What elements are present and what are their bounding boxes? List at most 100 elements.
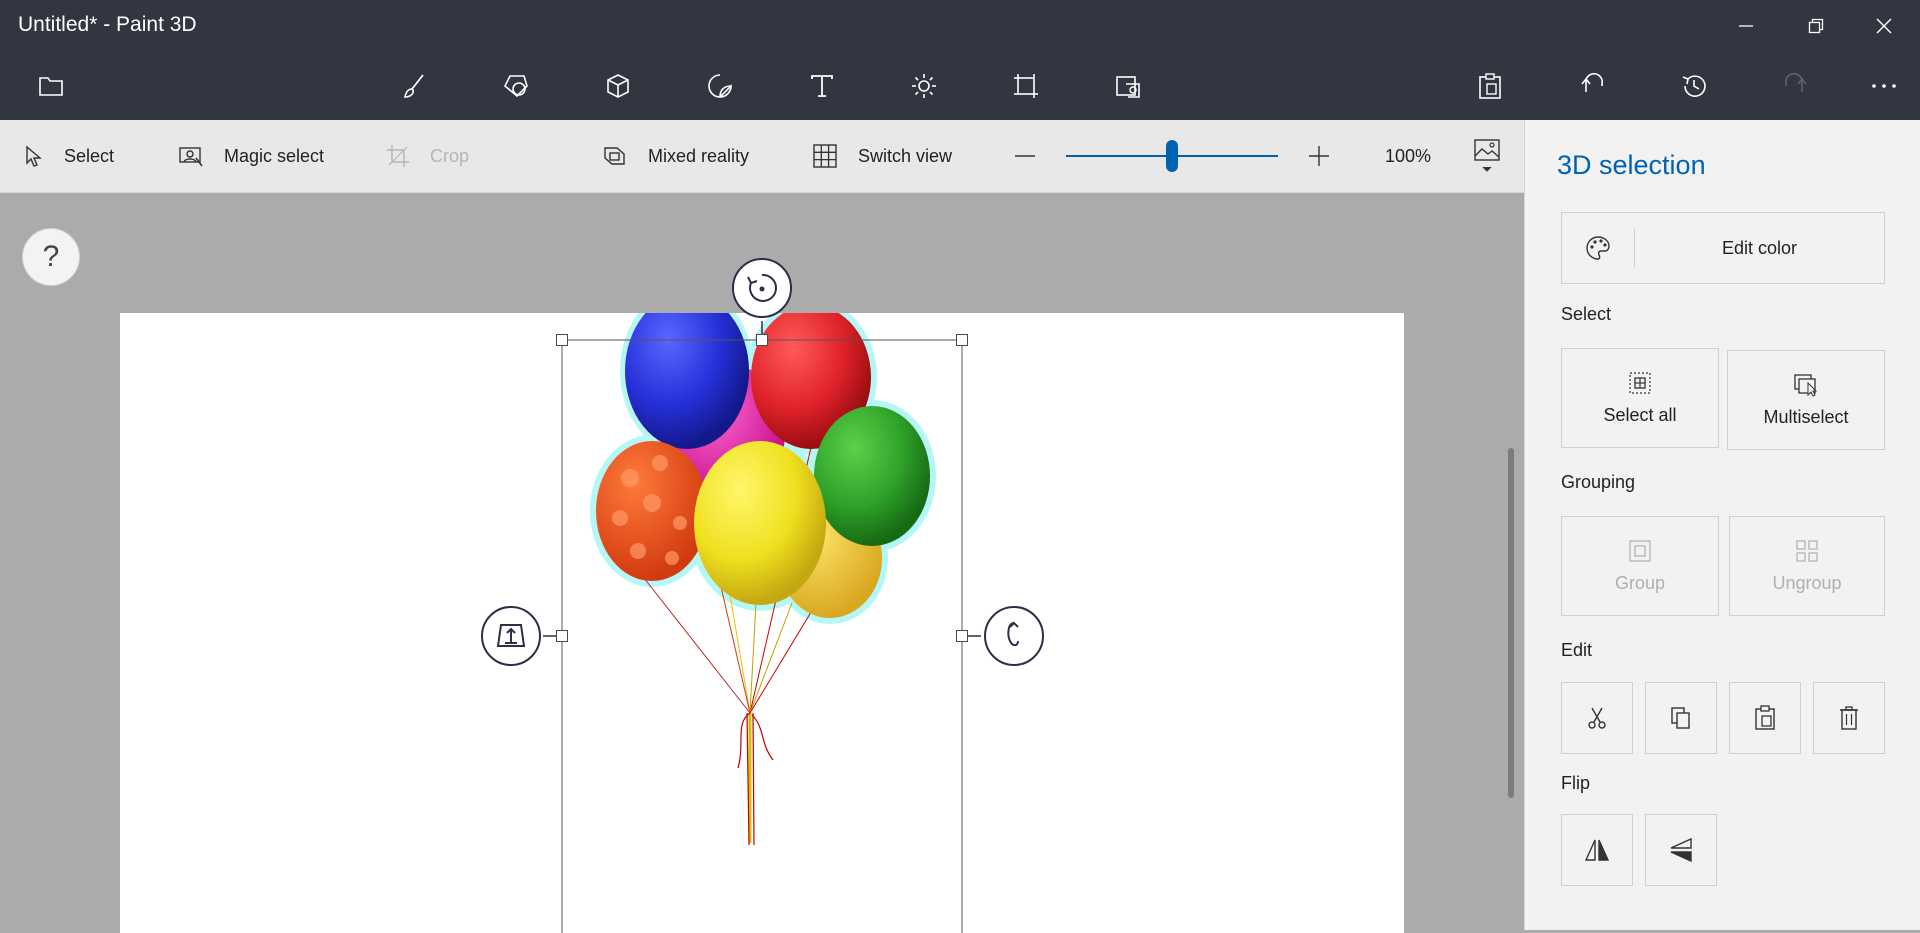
switch-view-button[interactable]: Switch view bbox=[812, 120, 952, 192]
depth-move-icon bbox=[496, 624, 526, 647]
redo-icon bbox=[1784, 72, 1807, 92]
close-icon bbox=[1876, 18, 1892, 34]
zoom-in-button[interactable] bbox=[1307, 120, 1331, 192]
crop-button[interactable]: Crop bbox=[386, 120, 469, 192]
ungroup-icon bbox=[1796, 539, 1818, 562]
rotate-z-handle[interactable] bbox=[732, 258, 792, 318]
grid-icon bbox=[813, 144, 837, 168]
group-button[interactable]: Group bbox=[1561, 516, 1719, 616]
text-tool[interactable] bbox=[800, 64, 844, 108]
history-button[interactable] bbox=[1672, 64, 1716, 108]
zoom-slider[interactable] bbox=[1066, 120, 1278, 192]
edit-color-button[interactable]: Edit color bbox=[1561, 212, 1885, 284]
3d-shapes-icon bbox=[607, 74, 629, 98]
select-button[interactable]: Select bbox=[24, 120, 114, 192]
rotate-icon bbox=[747, 273, 777, 302]
more-icon bbox=[1872, 84, 1896, 88]
resize-handle-left[interactable] bbox=[556, 630, 568, 642]
image-view-icon bbox=[1474, 139, 1500, 172]
edit-heading: Edit bbox=[1561, 640, 1593, 660]
restore-icon bbox=[1808, 18, 1824, 34]
magic-select-icon bbox=[179, 147, 203, 167]
depth-handle[interactable] bbox=[481, 606, 541, 666]
brushes-tool[interactable] bbox=[392, 64, 436, 108]
close-button[interactable] bbox=[1856, 0, 1912, 52]
effects-icon bbox=[912, 74, 936, 98]
trash-icon bbox=[1840, 706, 1858, 730]
main-toolbar bbox=[0, 52, 1920, 120]
resize-handle-top-left[interactable] bbox=[556, 334, 568, 346]
flip-vertical-icon bbox=[1670, 837, 1692, 863]
side-panel: 3D selection Edit color Select Select al… bbox=[1524, 120, 1920, 930]
help-button[interactable]: ? bbox=[22, 228, 80, 286]
menu-button[interactable] bbox=[29, 64, 73, 108]
canvas-tool[interactable] bbox=[1004, 64, 1048, 108]
zoom-out-button[interactable] bbox=[1013, 120, 1037, 192]
undo-button[interactable] bbox=[1570, 64, 1614, 108]
sub-toolbar: Select Magic select Crop Mixed reality S… bbox=[0, 120, 1524, 193]
3d-library-tool[interactable] bbox=[1106, 64, 1150, 108]
undo-icon bbox=[1581, 72, 1604, 92]
switch-view-label: Switch view bbox=[858, 145, 953, 166]
flip-vertical-button[interactable] bbox=[1645, 814, 1717, 886]
vertical-scrollbar[interactable] bbox=[1508, 448, 1514, 798]
select-label: Select bbox=[64, 145, 115, 166]
group-label: Group bbox=[1614, 572, 1666, 593]
paste-button[interactable] bbox=[1468, 64, 1512, 108]
stickers-icon bbox=[708, 74, 732, 98]
mixed-reality-button[interactable]: Mixed reality bbox=[602, 120, 749, 192]
ungroup-label: Ungroup bbox=[1772, 572, 1842, 593]
panel-title: 3D selection bbox=[1557, 150, 1706, 180]
cut-button[interactable] bbox=[1561, 682, 1633, 754]
redo-button[interactable] bbox=[1774, 64, 1818, 108]
flip-horizontal-button[interactable] bbox=[1561, 814, 1633, 886]
multiselect-label: Multiselect bbox=[1763, 406, 1849, 427]
palette-icon bbox=[1586, 236, 1610, 260]
mixed-reality-label: Mixed reality bbox=[648, 145, 750, 166]
paste-panel-button[interactable] bbox=[1729, 682, 1801, 754]
rotate-y-handle[interactable] bbox=[984, 606, 1044, 666]
window-title: Untitled* - Paint 3D bbox=[18, 13, 197, 36]
3d-library-icon bbox=[1116, 76, 1140, 98]
folder-icon bbox=[39, 77, 63, 96]
zoom-slider-thumb[interactable] bbox=[1166, 140, 1178, 172]
workspace: ? bbox=[0, 193, 1524, 933]
more-button[interactable] bbox=[1862, 64, 1906, 108]
copy-button[interactable] bbox=[1645, 682, 1717, 754]
stickers-tool[interactable] bbox=[698, 64, 742, 108]
delete-button[interactable] bbox=[1813, 682, 1885, 754]
resize-handle-right[interactable] bbox=[956, 630, 968, 642]
resize-handle-top-right[interactable] bbox=[956, 334, 968, 346]
2d-shapes-tool[interactable] bbox=[494, 64, 538, 108]
minimize-button[interactable] bbox=[1718, 0, 1774, 52]
crop-label: Crop bbox=[430, 145, 470, 166]
edit-color-label: Edit color bbox=[1721, 237, 1798, 258]
resize-handle-top[interactable] bbox=[756, 334, 768, 346]
grouping-heading: Grouping bbox=[1561, 472, 1636, 492]
text-icon bbox=[811, 75, 833, 97]
select-all-button[interactable]: Select all bbox=[1561, 348, 1719, 448]
paste-icon bbox=[1479, 73, 1501, 99]
selection-box[interactable] bbox=[543, 321, 981, 933]
ungroup-button[interactable]: Ungroup bbox=[1729, 516, 1885, 616]
multiselect-icon bbox=[1794, 373, 1818, 397]
scissors-icon bbox=[1588, 707, 1606, 729]
mixed-reality-icon bbox=[604, 147, 625, 165]
effects-tool[interactable] bbox=[902, 64, 946, 108]
view-options-button[interactable] bbox=[1474, 120, 1500, 192]
3d-shapes-tool[interactable] bbox=[596, 64, 640, 108]
zoom-slider-track bbox=[1066, 140, 1278, 172]
restore-button[interactable] bbox=[1788, 0, 1844, 52]
select-heading: Select bbox=[1561, 304, 1612, 324]
multiselect-button[interactable]: Multiselect bbox=[1727, 350, 1885, 450]
copy-icon bbox=[1671, 707, 1690, 729]
palette-icon-wrap bbox=[1562, 229, 1635, 267]
title-bar: Untitled* - Paint 3D bbox=[0, 0, 1920, 52]
flip-heading: Flip bbox=[1561, 773, 1591, 793]
zoom-out-icon bbox=[1015, 155, 1035, 157]
magic-select-button[interactable]: Magic select bbox=[178, 120, 324, 192]
zoom-in-icon bbox=[1309, 146, 1329, 166]
select-all-label: Select all bbox=[1603, 404, 1677, 425]
zoom-percentage[interactable]: 100% bbox=[1385, 120, 1431, 192]
rotate-y-icon bbox=[1007, 621, 1019, 647]
